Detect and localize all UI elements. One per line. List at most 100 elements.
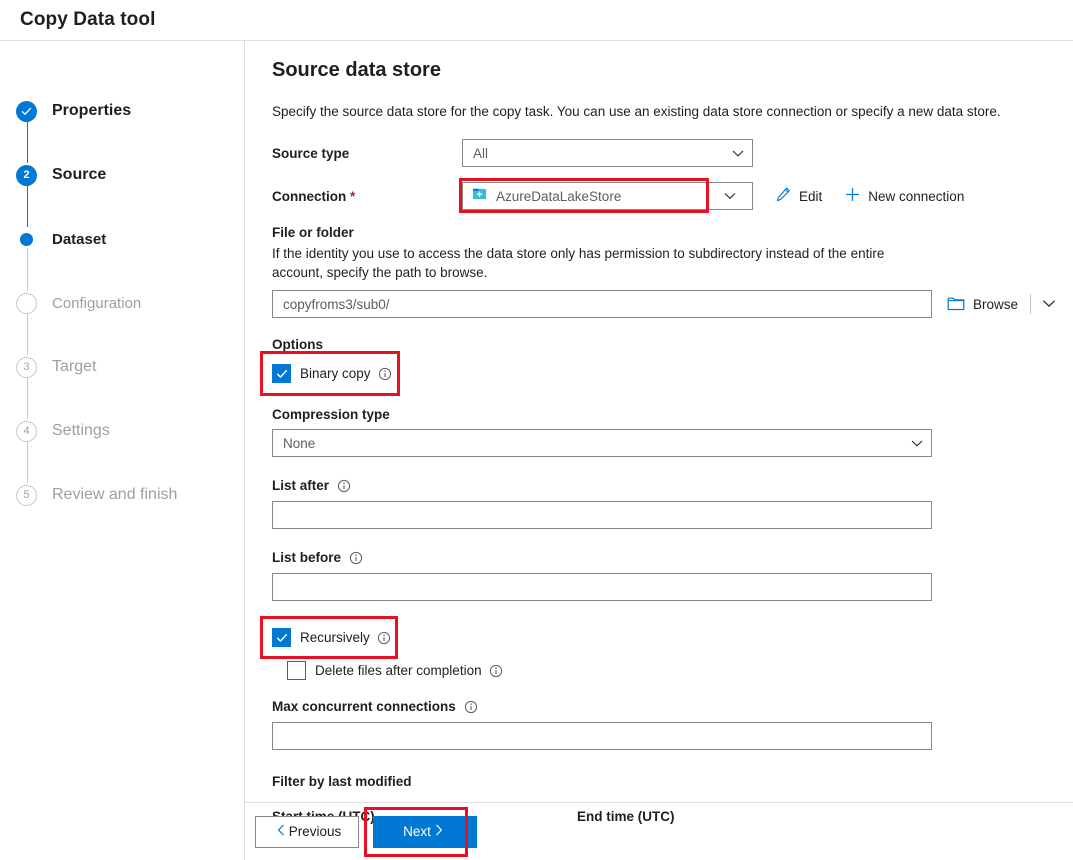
required-marker: * [350,188,356,204]
page-description: Specify the source data store for the co… [272,104,1001,119]
binary-copy-row: Binary copy [260,351,1073,396]
delete-files-checkbox[interactable] [287,661,306,680]
list-after-input[interactable] [272,501,932,529]
list-after-label: List after [272,478,1073,493]
active-dot-icon [16,229,37,250]
file-or-folder-help: If the identity you use to access the da… [272,246,885,280]
sidebar-step-label: Properties [52,102,132,119]
list-after-label-text: List after [272,478,330,493]
browse-button[interactable]: Browse [947,295,1018,314]
azure-data-lake-icon [472,186,487,206]
previous-label: Previous [288,824,342,839]
check-icon [276,369,287,378]
max-concurrent-connections-block: Max concurrent connections [272,699,1073,750]
list-before-label: List before [272,550,1073,565]
step-connector-1 [26,120,29,163]
recursively-row: Recursively [260,616,1073,659]
options-label: Options [272,337,323,352]
step-connector-5 [26,376,28,419]
new-connection-label: New connection [868,188,965,204]
connection-label-text: Connection [272,188,347,204]
chevron-down-icon [724,187,736,205]
connection-dropdown-button[interactable] [706,182,753,210]
source-data-store-form: Source data store Specify the source dat… [260,41,1073,824]
chevron-right-icon [435,824,443,839]
max-concurrent-connections-label: Max concurrent connections [272,699,1073,714]
wizard-sidebar: Properties 2 Source Dataset Configuratio… [0,41,245,860]
compression-type-select[interactable]: None [272,429,932,457]
window-title-bar: Copy Data tool [0,0,1073,41]
list-before-input[interactable] [272,573,932,601]
compression-type-label: Compression type [272,407,390,422]
delete-files-label: Delete files after completion [315,663,482,678]
step-number-badge: 5 [16,484,37,506]
step-number-badge: 3 [16,356,37,378]
chevron-down-icon [732,146,744,161]
compression-type-value: None [283,435,316,451]
step-connector-4 [26,312,28,355]
options-block: Options Binary copy [260,337,1073,396]
file-path-value: copyfroms3/sub0/ [283,296,390,312]
edit-connection-button[interactable]: Edit [775,186,822,206]
file-or-folder-label: File or folder [272,225,354,240]
delete-files-row: Delete files after completion [272,661,1073,680]
step-connector-2 [26,184,29,227]
sidebar-step-label: Configuration [52,294,142,312]
info-icon[interactable] [464,700,478,714]
file-path-row: copyfroms3/sub0/ Browse [272,290,1073,318]
chevron-left-icon [277,824,285,839]
list-before-label-text: List before [272,550,342,565]
check-icon [16,100,37,122]
list-before-block: List before [272,550,1073,601]
next-button-wrapper: Next [364,806,477,857]
recursively-checkbox[interactable] [272,628,291,647]
sidebar-step-label: Target [52,358,97,375]
file-or-folder-block: File or folder If the identity you use t… [272,225,1073,318]
sidebar-step-label: Review and finish [52,486,178,503]
next-button[interactable]: Next [373,815,477,848]
folder-icon [947,295,965,314]
sidebar-step-properties[interactable]: Properties [0,99,244,123]
browse-label: Browse [973,296,1019,312]
plus-icon [844,186,861,206]
binary-copy-checkbox[interactable] [272,364,291,383]
connection-select[interactable]: AzureDataLakeStore [462,182,706,210]
page-title: Source data store [272,59,441,81]
sidebar-step-settings[interactable]: 4 Settings [0,419,244,443]
step-number-badge: 2 [16,164,37,186]
connection-row: Connection * AzureDataLakeStore Edit New… [272,178,1073,213]
sidebar-step-review-and-finish[interactable]: 5 Review and finish [0,483,244,507]
connection-label: Connection * [272,189,462,204]
step-number-badge: 4 [16,420,37,442]
browse-dropdown-button[interactable] [1042,295,1056,313]
info-icon[interactable] [337,479,351,493]
sidebar-step-source[interactable]: 2 Source [0,163,244,187]
toolbar-divider [1030,294,1032,314]
sidebar-step-target[interactable]: 3 Target [0,355,244,379]
sidebar-step-label: Dataset [52,230,107,248]
compression-type-block: Compression type None [272,407,1073,457]
empty-circle-icon [16,292,37,314]
file-path-input[interactable]: copyfroms3/sub0/ [272,290,932,318]
sidebar-step-label: Source [52,166,107,183]
check-icon [276,633,287,642]
wizard-footer: Previous Next [245,802,1073,860]
step-connector-3 [26,248,28,291]
wizard-step-list: Properties 2 Source Dataset Configuratio… [0,99,244,507]
sidebar-step-label: Settings [52,422,110,439]
previous-button[interactable]: Previous [255,815,359,848]
step-connector-6 [26,440,28,483]
chevron-down-icon [1042,300,1056,308]
max-concurrent-connections-input[interactable] [272,722,932,750]
info-icon[interactable] [489,664,503,678]
sidebar-step-dataset[interactable]: Dataset [0,227,244,251]
info-icon[interactable] [378,367,392,381]
sidebar-step-configuration[interactable]: Configuration [0,291,244,315]
info-icon[interactable] [349,551,363,565]
source-type-select[interactable]: All [462,139,753,167]
info-icon[interactable] [377,631,391,645]
source-type-value: All [473,145,489,161]
connection-value: AzureDataLakeStore [496,188,622,204]
edit-connection-label: Edit [799,188,823,204]
new-connection-button[interactable]: New connection [844,186,964,206]
